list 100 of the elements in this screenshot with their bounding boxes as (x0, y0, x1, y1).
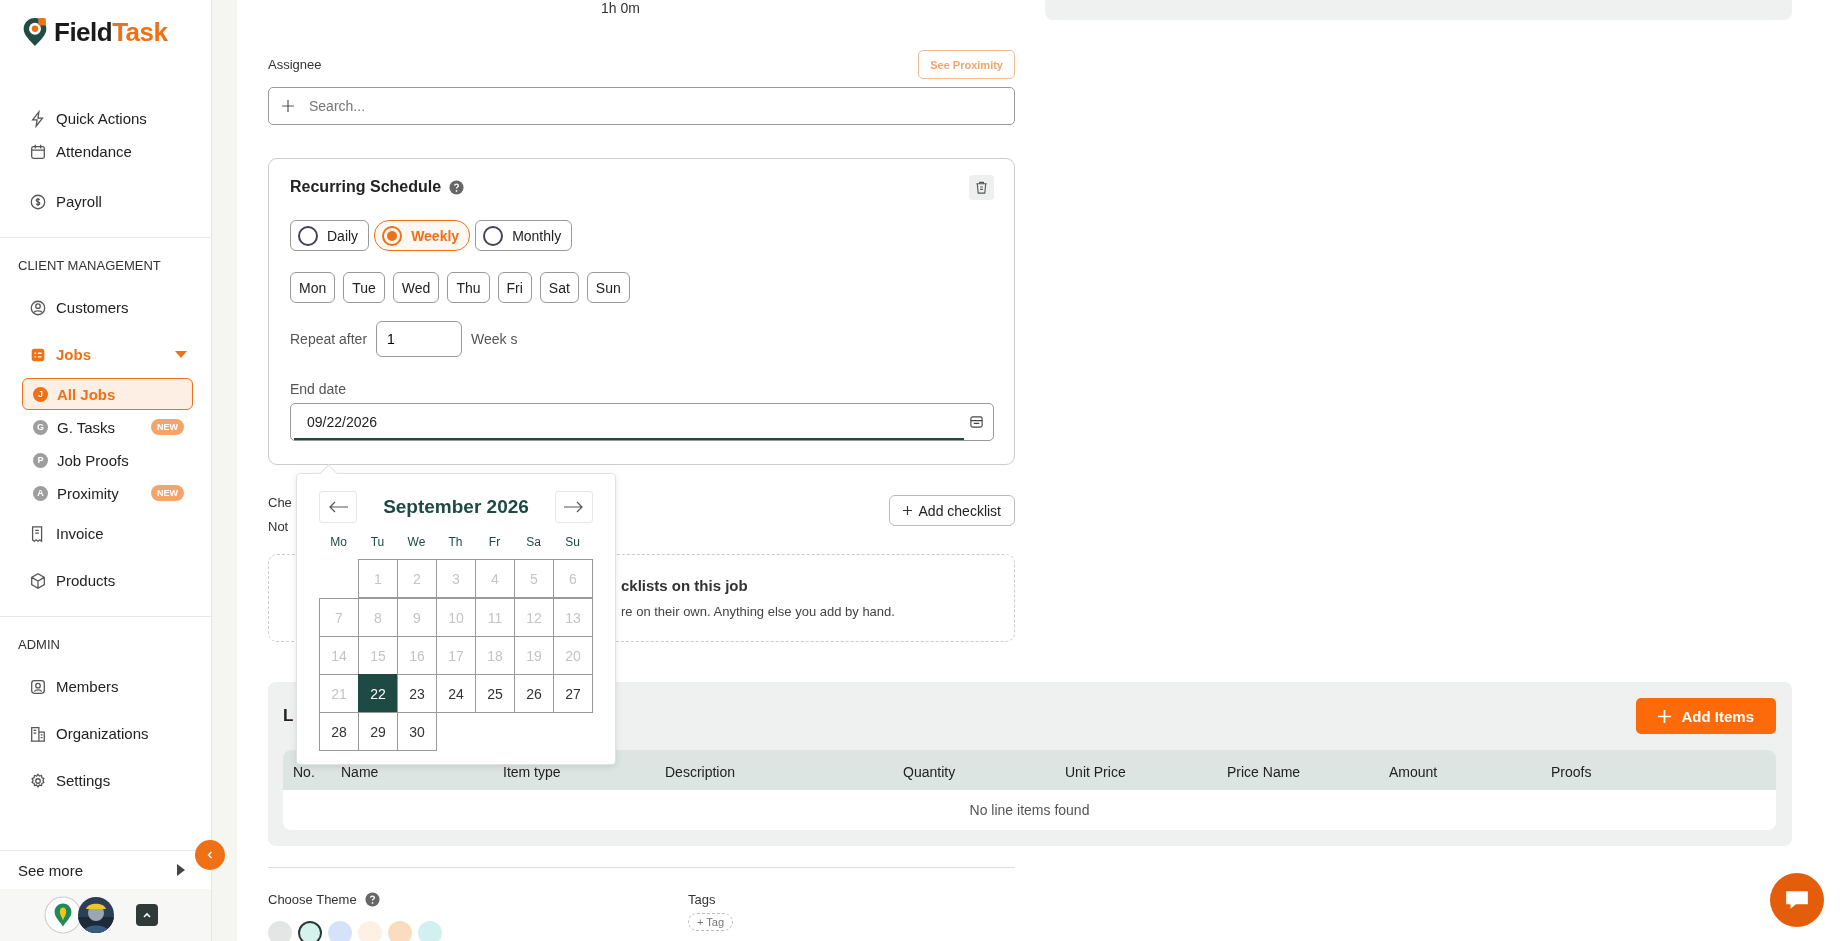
nav-item[interactable]: Invoice (0, 510, 211, 557)
caret-icon[interactable] (177, 864, 185, 876)
weekday-button[interactable]: Mon (290, 272, 336, 303)
nav-item[interactable]: Members (0, 663, 211, 710)
weekday-button[interactable]: Wed (392, 272, 440, 303)
empty-message: No line items found (969, 802, 1090, 818)
column-header: Price Name (1227, 764, 1301, 780)
next-month-button[interactable] (555, 491, 593, 523)
dollar-icon (29, 192, 47, 211)
weekday-header: We (406, 535, 427, 551)
section-label: Che (268, 495, 292, 510)
field-label: Choose Theme (268, 892, 357, 907)
theme-swatch[interactable] (388, 921, 412, 941)
calendar-day[interactable]: 29 (358, 712, 398, 751)
brand-name: FieldTask (54, 16, 168, 48)
logo-icon (22, 16, 48, 48)
field-label: Repeat after (290, 331, 368, 347)
duration-text: 1h 0m (600, 0, 641, 16)
nav-item[interactable]: Quick Actions (0, 102, 211, 135)
column-header: No. (293, 764, 315, 780)
repeat-input[interactable]: 1 (376, 321, 463, 357)
new-badge: NEW (151, 485, 184, 501)
column-header: Quantity (903, 764, 956, 780)
section-heading: CLIENT MANAGEMENT (17, 257, 162, 275)
weekday-header: Th (447, 535, 464, 551)
nav-item[interactable]: Customers (0, 284, 211, 331)
calendar-day[interactable]: 22 (358, 674, 398, 713)
column-header: Description (665, 764, 736, 780)
calendar-icon[interactable] (969, 414, 984, 429)
column-header: Item type (503, 764, 561, 780)
theme-swatch[interactable] (358, 921, 382, 941)
note-text: Not (268, 519, 290, 534)
calendar-day[interactable]: 30 (397, 712, 437, 751)
weekday-button[interactable]: Sat (539, 272, 579, 303)
weekday-header: Tu (369, 535, 386, 551)
unit-label: Week s (471, 331, 518, 347)
field-label: End date (290, 381, 348, 397)
chat-button[interactable] (1770, 873, 1824, 927)
nav-item[interactable]: Attendance (0, 135, 211, 168)
column-header: Name (341, 764, 379, 780)
settings-icon (29, 771, 47, 790)
date-field[interactable]: 09/22/2026 (290, 403, 994, 441)
add-checklist-button[interactable]: Add checklist (888, 495, 1015, 526)
column-header: Proofs (1551, 764, 1592, 780)
nav-item[interactable]: Organizations (0, 710, 211, 757)
calendar-day[interactable]: 27 (553, 674, 593, 713)
previous-month-button[interactable] (319, 491, 357, 523)
weekday-header: Sa (525, 535, 542, 551)
section-heading: ADMIN (17, 636, 61, 654)
nav-item[interactable]: Products (0, 557, 211, 604)
weekday-button[interactable]: Thu (447, 272, 490, 303)
expand-button[interactable] (136, 904, 158, 926)
theme-swatch[interactable] (418, 921, 442, 941)
help-icon[interactable] (449, 179, 465, 195)
box-icon (29, 571, 47, 590)
nav-item[interactable]: Payroll (0, 178, 211, 225)
month-title: September 2026 (383, 496, 529, 518)
collapse-button[interactable] (195, 840, 225, 870)
weekday-button[interactable]: Fri (497, 272, 532, 303)
help-icon[interactable] (364, 892, 380, 907)
building-icon (29, 724, 47, 743)
weekday-header: Su (564, 535, 581, 551)
see-more-link[interactable]: See more (18, 861, 84, 879)
user-icon (29, 298, 47, 317)
plus-icon (902, 506, 912, 515)
weekday-header: Fr (487, 535, 502, 551)
org-avatar[interactable] (44, 896, 82, 934)
plus-icon (1658, 709, 1672, 723)
empty-title: cklists on this job (621, 577, 749, 594)
weekday-button[interactable]: Tue (343, 272, 385, 303)
chat-icon (1784, 889, 1810, 911)
frequency-radio[interactable]: Daily (290, 220, 370, 251)
arrow-right-icon (564, 501, 584, 513)
sub-nav-item[interactable]: P Job Proofs (22, 444, 193, 476)
calendar-day[interactable]: 28 (319, 712, 359, 751)
section-title: Recurring Schedule (290, 178, 442, 196)
user-icon (29, 677, 47, 696)
chevron-up-icon (142, 910, 152, 920)
arrow-left-icon (328, 501, 348, 513)
theme-swatch[interactable] (328, 921, 352, 941)
weekday-button[interactable]: Sun (586, 272, 630, 303)
frequency-radio[interactable]: Monthly (475, 220, 573, 251)
plus-icon (282, 100, 294, 112)
search-field[interactable]: Search... (268, 87, 1015, 125)
delete-button[interactable] (969, 174, 994, 200)
column-header: Amount (1389, 764, 1438, 780)
column-header: Unit Price (1065, 764, 1126, 780)
sub-nav-item[interactable]: G G. Tasks NEW (22, 411, 193, 443)
nav-item[interactable]: Settings (0, 757, 211, 804)
empty-text: re on their own. Anything else you add by hand. (621, 604, 896, 619)
calendar-icon (29, 142, 47, 161)
sub-nav-item[interactable]: A Proximity NEW (22, 477, 193, 509)
theme-swatch[interactable] (298, 921, 322, 941)
chevron-left-icon (205, 850, 215, 860)
field-label: Assignee (268, 57, 322, 72)
bolt-icon (29, 109, 47, 128)
new-badge: NEW (151, 419, 184, 435)
trash-icon (974, 179, 989, 195)
theme-swatch[interactable] (268, 921, 292, 941)
add-tag-button[interactable]: + Tag (688, 913, 734, 931)
